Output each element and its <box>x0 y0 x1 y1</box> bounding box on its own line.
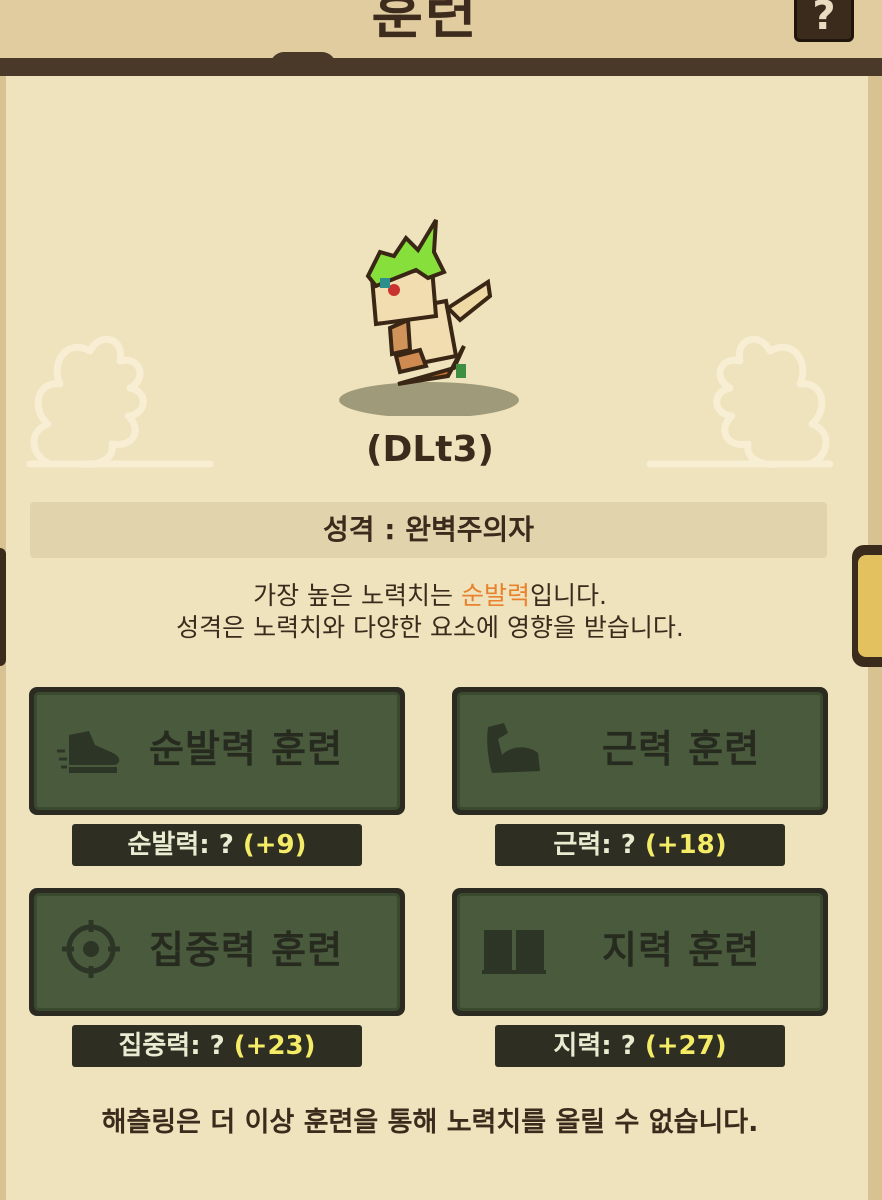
intelligence-training-button[interactable]: 지력 훈련 <box>452 888 828 1016</box>
focus-training-button[interactable]: 집중력 훈련 <box>29 888 405 1016</box>
prev-arrow-button[interactable] <box>0 548 6 666</box>
button-label: 집중력 훈련 <box>149 928 344 972</box>
focus-stat: 집중력: ? (+23) <box>72 1025 362 1067</box>
description: 가장 높은 노력치는 순발력입니다. 성격은 노력치와 다양한 요소에 영향을 … <box>100 580 760 644</box>
strength-stat: 근력: ? (+18) <box>495 824 785 866</box>
personality-label: 성격 : 완벽주의자 <box>30 502 827 558</box>
button-label: 순발력 훈련 <box>149 727 344 771</box>
help-button[interactable]: ? <box>794 0 854 42</box>
crosshair-icon <box>62 920 120 978</box>
hatchling-character <box>339 218 519 416</box>
book-icon <box>482 930 546 974</box>
right-cloud-decoration <box>646 335 834 468</box>
agility-stat: 순발력: ? (+9) <box>72 824 362 866</box>
next-arrow-icon <box>858 555 882 657</box>
agility-training-button[interactable]: 순발력 훈련 <box>29 687 405 815</box>
left-cloud-decoration <box>26 335 214 468</box>
footer-message: 해츨링은 더 이상 훈련을 통해 노력치를 올릴 수 없습니다. <box>101 1107 759 1138</box>
button-label: 지력 훈련 <box>602 928 761 972</box>
strength-training-button[interactable]: 근력 훈련 <box>452 687 828 815</box>
arm-muscle-icon <box>487 723 540 773</box>
intelligence-stat: 지력: ? (+27) <box>495 1025 785 1067</box>
description-line-1: 가장 높은 노력치는 순발력입니다. <box>253 581 607 610</box>
header-bar <box>0 58 882 76</box>
page-title: 훈련 <box>371 0 479 47</box>
character-name: (DLt3) <box>366 429 494 470</box>
shoe-icon <box>57 731 120 773</box>
highlight-stat: 순발력 <box>460 581 530 610</box>
description-line-2: 성격은 노력치와 다양한 요소에 영향을 받습니다. <box>176 613 684 642</box>
button-label: 근력 훈련 <box>602 727 761 771</box>
